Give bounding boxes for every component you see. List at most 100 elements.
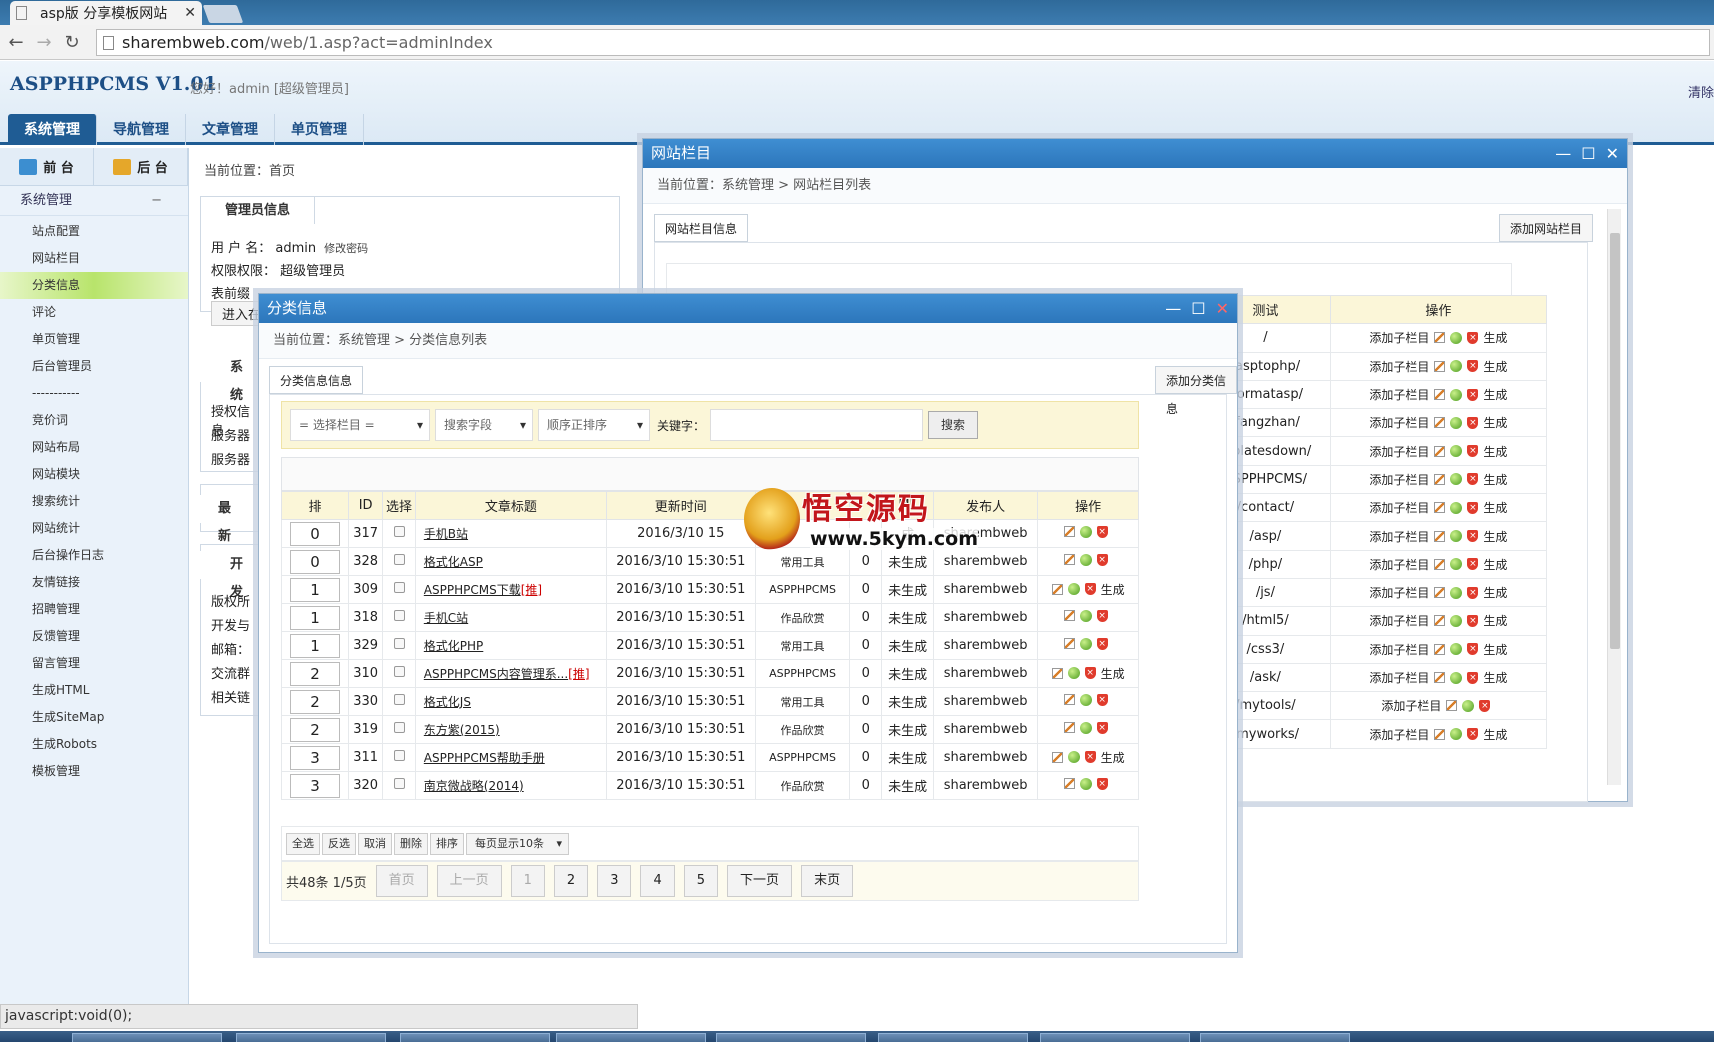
generate-link[interactable]: 生成	[1483, 669, 1507, 686]
row-checkbox[interactable]	[393, 666, 405, 677]
generate-link[interactable]: 生成	[1483, 358, 1507, 375]
generate-link[interactable]: 生成	[1483, 414, 1507, 431]
edit-icon[interactable]	[1434, 417, 1446, 429]
view-icon[interactable]	[1079, 609, 1092, 622]
article-title-link[interactable]: 格式化ASP	[424, 555, 483, 569]
delete-icon[interactable]: ×	[1467, 445, 1479, 458]
change-password-link[interactable]: 修改密码	[324, 242, 368, 255]
edit-icon[interactable]	[1434, 672, 1446, 683]
generate-link[interactable]: 生成	[1483, 641, 1507, 658]
back-button[interactable]: 后 台	[94, 148, 188, 185]
view-icon[interactable]	[1450, 360, 1463, 373]
sort-input[interactable]: 2	[289, 661, 340, 686]
add-subcolumn-link[interactable]: 添加子栏目	[1369, 414, 1429, 431]
add-site-column-button[interactable]: 添加网站栏目	[1499, 214, 1594, 242]
search-button[interactable]: 搜索	[928, 411, 979, 439]
front-button[interactable]: 前 台	[0, 148, 94, 185]
delete-icon[interactable]: ×	[1467, 530, 1479, 543]
edit-icon[interactable]	[1063, 554, 1075, 566]
delete-icon[interactable]: ×	[1096, 637, 1108, 650]
prev-page-button[interactable]: 上一页	[436, 865, 502, 897]
generate-link[interactable]: 生成	[1483, 556, 1507, 573]
col-id[interactable]: ID	[347, 491, 384, 520]
delete-button[interactable]: 删除	[394, 832, 428, 855]
edit-icon[interactable]	[1434, 643, 1446, 655]
sort-input[interactable]: 3	[289, 773, 340, 798]
view-icon[interactable]	[1079, 721, 1092, 734]
taskbar-item[interactable]	[556, 1033, 706, 1042]
cat-window-titlebar[interactable]: 分类信息 — ☐ ✕	[259, 294, 1237, 323]
sort-input[interactable]: 2	[289, 717, 340, 742]
article-title-link[interactable]: 手机B站	[424, 527, 468, 541]
sort-input[interactable]: 3	[289, 745, 340, 770]
sidebar-item[interactable]: 后台管理员	[0, 353, 188, 380]
delete-icon[interactable]: ×	[1467, 643, 1479, 656]
row-checkbox[interactable]	[393, 638, 405, 649]
edit-icon[interactable]	[1434, 615, 1446, 627]
taskbar-item[interactable]	[1200, 1033, 1350, 1042]
article-title-link[interactable]: 格式化JS	[424, 695, 471, 709]
delete-icon[interactable]: ×	[1467, 360, 1479, 373]
view-icon[interactable]	[1450, 331, 1463, 344]
sort-input[interactable]: 2	[289, 689, 340, 714]
delete-icon[interactable]: ×	[1467, 501, 1479, 514]
row-checkbox[interactable]	[393, 722, 405, 733]
add-subcolumn-link[interactable]: 添加子栏目	[1369, 499, 1429, 516]
tab-close-icon[interactable]: ✕	[184, 5, 196, 21]
delete-icon[interactable]: ×	[1096, 609, 1108, 622]
close-icon[interactable]: ✕	[1606, 139, 1619, 168]
sidebar-item[interactable]: 后台操作日志	[0, 542, 188, 569]
taskbar-item[interactable]	[716, 1033, 866, 1042]
edit-icon[interactable]	[1051, 667, 1063, 679]
edit-icon[interactable]	[1434, 389, 1446, 401]
add-subcolumn-link[interactable]: 添加子栏目	[1369, 584, 1429, 601]
edit-icon[interactable]	[1063, 778, 1075, 790]
add-subcolumn-link[interactable]: 添加子栏目	[1369, 329, 1429, 346]
sort-input[interactable]: 0	[289, 521, 340, 546]
minimize-icon[interactable]: —	[1555, 139, 1571, 168]
delete-icon[interactable]: ×	[1467, 473, 1479, 486]
taskbar-item[interactable]	[400, 1033, 550, 1042]
row-checkbox[interactable]	[393, 750, 405, 761]
delete-icon[interactable]: ×	[1479, 699, 1491, 712]
generate-link[interactable]: 生成	[1483, 584, 1507, 601]
col-sort[interactable]: 排	[281, 491, 349, 520]
col-time[interactable]: 更新时间	[606, 491, 756, 520]
add-subcolumn-link[interactable]: 添加子栏目	[1369, 471, 1429, 488]
edit-icon[interactable]	[1434, 728, 1446, 740]
sidebar-item[interactable]: 生成HTML	[0, 677, 188, 704]
col-title[interactable]: 文章标题	[414, 491, 608, 520]
sort-input[interactable]: 1	[289, 633, 340, 658]
page-5-button[interactable]: 5	[683, 865, 719, 897]
page-4-button[interactable]: 4	[640, 865, 675, 897]
add-category-button[interactable]: 添加分类信息	[1155, 366, 1237, 416]
view-icon[interactable]	[1450, 445, 1463, 458]
sidebar-item[interactable]: 友情链接	[0, 569, 188, 596]
scroll-thumb[interactable]	[1610, 233, 1620, 649]
sidebar-item[interactable]: 网站栏目	[0, 245, 188, 272]
generate-link[interactable]: 生成	[1483, 499, 1507, 516]
add-subcolumn-link[interactable]: 添加子栏目	[1369, 358, 1429, 375]
reload-icon[interactable]: ↻	[60, 32, 84, 53]
view-icon[interactable]	[1450, 643, 1463, 656]
add-subcolumn-link[interactable]: 添加子栏目	[1369, 726, 1429, 743]
per-page-select[interactable]: 每页显示10条	[466, 832, 569, 855]
delete-icon[interactable]: ×	[1084, 583, 1096, 595]
sidebar-item[interactable]: 分类信息	[0, 272, 188, 299]
row-checkbox[interactable]	[393, 582, 405, 593]
edit-icon[interactable]	[1434, 530, 1446, 542]
edit-icon[interactable]	[1434, 473, 1446, 485]
first-page-button[interactable]: 首页	[375, 865, 428, 897]
admin-panel-tab[interactable]: 管理员信息	[200, 196, 316, 224]
sidebar-item[interactable]: -----------	[0, 380, 188, 407]
sidebar-item[interactable]: 评论	[0, 299, 188, 326]
delete-icon[interactable]: ×	[1096, 525, 1108, 538]
sort-input[interactable]: 1	[289, 577, 340, 602]
delete-icon[interactable]: ×	[1467, 671, 1479, 684]
article-title-link[interactable]: 东方紫(2015)	[424, 723, 500, 737]
view-icon[interactable]	[1450, 586, 1463, 599]
next-page-button[interactable]: 下一页	[727, 865, 793, 897]
invert-button[interactable]: 反选	[322, 832, 356, 855]
view-icon[interactable]	[1067, 751, 1080, 763]
order-select[interactable]: 顺序正排序	[538, 409, 650, 441]
